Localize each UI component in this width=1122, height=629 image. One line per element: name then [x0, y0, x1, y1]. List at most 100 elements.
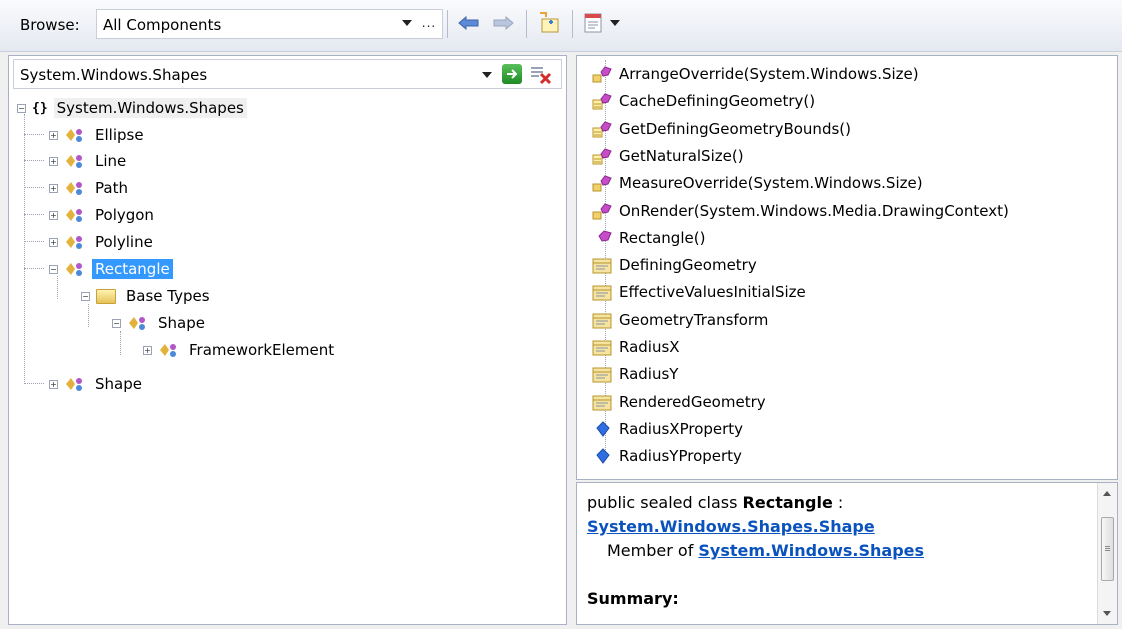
search-input-value: System.Windows.Shapes: [20, 66, 208, 84]
tree-node-shape[interactable]: + Shape: [49, 372, 145, 396]
member-item-radius-xproperty[interactable]: RadiusXProperty: [619, 417, 743, 441]
class-icon: [64, 152, 86, 170]
member-item-cache-defining-geometry[interactable]: CacheDefiningGeometry(): [619, 89, 815, 113]
collapse-toggle[interactable]: −: [112, 318, 121, 328]
collapse-toggle[interactable]: −: [81, 291, 90, 301]
tree-node-label: Ellipse: [95, 126, 144, 144]
tree-node-label-selected: Rectangle: [92, 259, 173, 279]
tree-node-label: Path: [95, 179, 128, 197]
back-button[interactable]: [456, 10, 482, 36]
settings-icon: [584, 13, 602, 33]
expand-toggle[interactable]: +: [49, 183, 58, 193]
tree-node-polygon[interactable]: + Polygon: [49, 203, 157, 227]
declaration-colon: :: [832, 493, 844, 512]
expand-toggle[interactable]: +: [49, 237, 58, 247]
property-icon: [591, 282, 615, 302]
member-item-rectangle[interactable]: Rectangle(): [619, 226, 705, 250]
add-reference-button[interactable]: [534, 10, 564, 36]
internal-method-icon: [591, 146, 615, 166]
object-browser-settings-button[interactable]: [580, 10, 606, 36]
expand-toggle[interactable]: +: [49, 379, 58, 389]
tree-node-rectangle[interactable]: − Rectangle: [49, 257, 173, 281]
member-item-measure-override[interactable]: MeasureOverride(System.Windows.Size): [619, 171, 923, 195]
chevron-down-icon: [402, 20, 412, 26]
member-item-radius-x[interactable]: RadiusX: [619, 335, 680, 359]
edit-custom-set-button[interactable]: ...: [418, 10, 440, 36]
declaration-prefix: public sealed class: [587, 493, 743, 512]
arrow-left-icon: [458, 16, 479, 30]
summary-heading: Summary:: [587, 589, 679, 608]
member-item-rendered-geometry[interactable]: RenderedGeometry: [619, 390, 766, 414]
clear-search-button[interactable]: [529, 64, 553, 86]
class-icon: [127, 314, 149, 332]
tree-node-label: Polygon: [95, 206, 154, 224]
search-input[interactable]: System.Windows.Shapes: [13, 59, 562, 89]
field-icon: [591, 419, 615, 439]
expand-toggle[interactable]: +: [143, 345, 152, 355]
member-item-get-defining-geometry-bounds[interactable]: GetDefiningGeometryBounds(): [619, 117, 851, 141]
member-item-defining-geometry[interactable]: DefiningGeometry: [619, 253, 757, 277]
objects-pane: System.Windows.Shapes − {} System.Window…: [8, 55, 567, 625]
member-item-radius-yproperty[interactable]: RadiusYProperty: [619, 444, 742, 468]
forward-button[interactable]: [490, 10, 516, 36]
class-icon: [64, 233, 86, 251]
ellipsis-label: ...: [421, 16, 437, 30]
class-name: Rectangle: [742, 493, 833, 512]
tree-node-polyline[interactable]: + Polyline: [49, 230, 156, 254]
tree-node-framework-element[interactable]: + FrameworkElement: [143, 338, 337, 362]
arrow-right-icon: [507, 69, 518, 79]
property-icon: [591, 364, 615, 384]
description-pane: public sealed class Rectangle : System.W…: [576, 482, 1118, 625]
class-icon: [158, 341, 180, 359]
tree-node-line[interactable]: + Line: [49, 149, 129, 173]
browse-dropdown-arrow[interactable]: [398, 10, 416, 36]
property-icon: [591, 255, 615, 275]
tree-node-label: Base Types: [126, 287, 210, 305]
property-icon: [591, 392, 615, 412]
namespace-link[interactable]: System.Windows.Shapes: [698, 541, 924, 560]
property-icon: [591, 337, 615, 357]
scroll-down-arrow-icon[interactable]: [1103, 611, 1111, 616]
tree-node-label: Shape: [95, 375, 142, 393]
collapse-toggle[interactable]: −: [17, 103, 26, 113]
member-item-geometry-transform[interactable]: GeometryTransform: [619, 308, 768, 332]
collapse-toggle[interactable]: −: [49, 264, 58, 274]
browse-scope-value: All Components: [103, 16, 222, 34]
tree-node-path[interactable]: + Path: [49, 176, 131, 200]
settings-dropdown-arrow[interactable]: [608, 10, 622, 36]
expand-toggle[interactable]: +: [49, 156, 58, 166]
tree-node-label: FrameworkElement: [189, 341, 335, 359]
tree-node-namespace[interactable]: − {} System.Windows.Shapes: [17, 96, 247, 120]
clear-search-icon: [531, 67, 552, 85]
tree-node-base-types[interactable]: − Base Types: [81, 284, 213, 308]
class-icon: [64, 375, 86, 393]
search-go-button[interactable]: [502, 64, 522, 84]
toolbar-separator: [572, 10, 573, 38]
grip-icon: [1105, 546, 1110, 547]
chevron-down-icon: [482, 72, 492, 78]
base-class-link[interactable]: System.Windows.Shapes.Shape: [587, 517, 875, 536]
add-reference-icon: [540, 12, 559, 33]
member-item-get-natural-size[interactable]: GetNaturalSize(): [619, 144, 744, 168]
member-item-effective-values-initial-size[interactable]: EffectiveValuesInitialSize: [619, 280, 806, 304]
browse-scope-dropdown[interactable]: All Components: [96, 9, 443, 39]
scroll-up-arrow-icon[interactable]: [1103, 491, 1111, 496]
member-item-on-render[interactable]: OnRender(System.Windows.Media.DrawingCon…: [619, 199, 1009, 223]
tree-node-base-shape[interactable]: − Shape: [112, 311, 208, 335]
expand-toggle[interactable]: +: [49, 210, 58, 220]
member-of-label: Member of: [607, 541, 699, 560]
tree-node-label: System.Windows.Shapes: [53, 98, 247, 118]
member-item-radius-y[interactable]: RadiusY: [619, 362, 678, 386]
class-icon: [64, 179, 86, 197]
protected-method-icon: [591, 173, 615, 193]
expand-toggle[interactable]: +: [49, 130, 58, 140]
scrollbar-thumb[interactable]: [1101, 517, 1114, 581]
toolbar-separator: [447, 10, 448, 38]
tree-node-ellipse[interactable]: + Ellipse: [49, 123, 147, 147]
chevron-down-icon: [610, 20, 620, 26]
search-history-dropdown[interactable]: [477, 65, 497, 85]
internal-method-icon: [591, 119, 615, 139]
member-item-arrange-override[interactable]: ArrangeOverride(System.Windows.Size): [619, 62, 919, 86]
tree-node-label: Polyline: [95, 233, 153, 251]
description-scrollbar[interactable]: [1097, 483, 1117, 624]
